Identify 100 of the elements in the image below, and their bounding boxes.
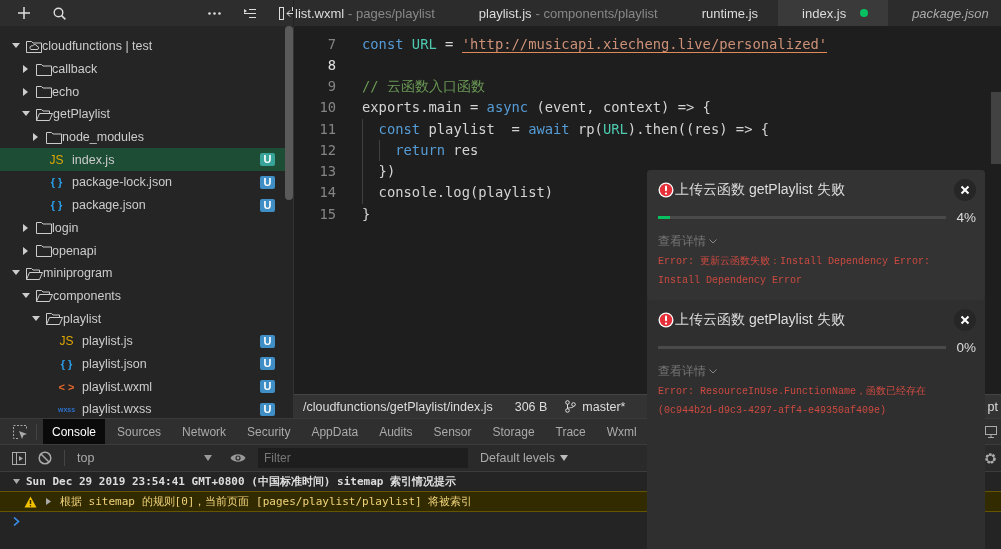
error-message: Error: 更新云函数失败：Install Dependency Error: Install Dependency Error	[658, 254, 932, 288]
code-line: const playlist = await rp(URL).then((res) => {	[378, 119, 770, 139]
folder-icon	[36, 244, 52, 258]
open-folder-icon	[46, 312, 63, 326]
line-number: 10	[318, 98, 336, 118]
editor-tab[interactable]: index.js	[778, 0, 889, 26]
more-icon[interactable]	[208, 11, 221, 15]
caret-down-icon	[32, 314, 40, 323]
tree-item[interactable]: JS index.js U	[0, 148, 285, 172]
scrollbar-thumb[interactable]	[991, 92, 1001, 164]
tree-item[interactable]: { } package-lock.json U	[0, 171, 285, 194]
tree-item[interactable]: JS playlist.js U	[0, 329, 285, 353]
dropdown-caret-icon	[560, 455, 569, 461]
line-number: 15	[318, 204, 336, 224]
folder-icon	[46, 130, 62, 144]
tree-item[interactable]: echo	[0, 80, 285, 104]
tree-item[interactable]: openapi	[0, 239, 285, 262]
sidebar-toggle-icon[interactable]	[12, 451, 26, 465]
devtools-tab[interactable]: Trace	[546, 419, 595, 444]
caret-right-icon	[22, 246, 30, 255]
clear-icon[interactable]	[38, 451, 52, 465]
monitor-icon[interactable]	[985, 425, 997, 438]
collapse-icon[interactable]	[244, 8, 256, 18]
status-badge: U	[260, 402, 275, 416]
tree-item[interactable]: callback	[0, 57, 285, 81]
status-badge: U	[260, 357, 275, 371]
context-select[interactable]: top	[77, 451, 218, 465]
settings-icon[interactable]	[984, 451, 997, 465]
devtools-tab[interactable]: Audits	[370, 419, 422, 444]
branch-icon	[565, 400, 577, 413]
code-line: // 云函数入口函数	[362, 77, 485, 96]
inspect-icon[interactable]	[12, 423, 28, 440]
status-badge: U	[260, 380, 275, 394]
devtools-tab[interactable]: Console	[43, 419, 106, 444]
line-number: 8	[326, 55, 336, 75]
line-number: 11	[318, 119, 336, 139]
notification-title: 上传云函数 getPlaylist 失败	[675, 181, 845, 199]
error-icon	[658, 182, 674, 198]
folder-icon	[36, 85, 52, 99]
filter-field[interactable]: Filter	[258, 448, 468, 468]
line-number: 12	[318, 140, 336, 160]
notification-title: 上传云函数 getPlaylist 失败	[675, 311, 845, 329]
tree-item[interactable]: cloudfunctions | test	[0, 35, 285, 58]
code-line: }	[362, 204, 371, 224]
code-line: const URL = 'http://musicapi.xiecheng.live/personalized'	[362, 34, 828, 55]
devtools-tab[interactable]: Security	[238, 419, 300, 444]
code-line: })	[378, 162, 396, 181]
chevron-down-icon	[709, 368, 717, 374]
open-folder-icon	[36, 107, 53, 121]
file-type-icon: < >	[58, 380, 75, 393]
close-icon[interactable]	[954, 179, 976, 201]
progress-percent: 4%	[956, 209, 976, 225]
tree-item[interactable]: login	[0, 216, 285, 240]
file-type-icon: { }	[48, 176, 65, 189]
progress-percent: 0%	[956, 339, 976, 355]
open-folder-icon	[36, 289, 53, 303]
devtools-tab[interactable]: AppData	[302, 419, 368, 444]
caret-right-icon	[22, 223, 30, 232]
tree-item[interactable]: getPlaylist	[0, 103, 285, 126]
eye-icon[interactable]	[230, 453, 246, 463]
levels-dropdown[interactable]: Default levels	[480, 451, 569, 465]
folder-icon	[36, 221, 52, 235]
add-icon[interactable]	[18, 7, 30, 19]
caret-right-icon	[32, 133, 40, 142]
open-folder-icon	[26, 266, 43, 280]
devtools-tab[interactable]: Network	[173, 419, 236, 444]
line-number: 14	[318, 183, 336, 203]
tree-item[interactable]: { } playlist.json U	[0, 352, 285, 376]
branch-name[interactable]: master*	[582, 399, 626, 414]
language-mode[interactable]: pt	[987, 399, 998, 414]
tree-item[interactable]: node_modules	[0, 125, 285, 149]
tree-item[interactable]: < > playlist.wxml U	[0, 375, 285, 398]
log-group-title[interactable]: Sun Dec 29 2019 23:54:41 GMT+0800 (中国标准时间) sitemap 索引情况提示	[26, 474, 456, 489]
close-icon[interactable]	[954, 309, 976, 331]
warning-icon	[24, 495, 37, 508]
warning-message: 根据 sitemap 的规则[0]，当前页面 [pages/playlist/playlist] 将被索引	[60, 494, 473, 509]
search-icon[interactable]	[53, 6, 66, 20]
error-message: Error: ResourceInUse.FunctionName，函数已经存在(0c944b2d-d9c3-4297-aff4-e49350af409e)	[658, 385, 928, 418]
line-number: 9	[326, 77, 336, 96]
devtools-tab[interactable]: Sources	[108, 419, 171, 444]
chevron-down-icon	[709, 238, 717, 244]
file-type-icon: { }	[48, 199, 65, 212]
code-line: exports.main = async (event, context) => {	[362, 98, 711, 118]
scrollbar-thumb[interactable]	[285, 26, 293, 200]
code-line: console.log(playlist)	[378, 183, 554, 203]
dropdown-caret-icon	[204, 455, 212, 461]
tree-item[interactable]: miniprogram	[0, 261, 285, 285]
panel-toggle-icon[interactable]	[279, 6, 293, 20]
prompt-chevron-icon	[13, 517, 20, 526]
devtools-tab[interactable]: Storage	[483, 419, 544, 444]
status-badge: U	[260, 198, 275, 212]
devtools-tab[interactable]: Wxml	[597, 419, 646, 444]
tree-item[interactable]: { } package.json U	[0, 193, 285, 217]
tree-item[interactable]: components	[0, 284, 285, 308]
devtools-tab[interactable]: Sensor	[424, 419, 481, 444]
file-type-icon: { }	[58, 357, 75, 370]
line-number: 7	[326, 34, 336, 54]
tree-item[interactable]: playlist	[0, 307, 285, 330]
caret-right-icon	[22, 87, 30, 96]
folder-icon	[36, 62, 52, 76]
